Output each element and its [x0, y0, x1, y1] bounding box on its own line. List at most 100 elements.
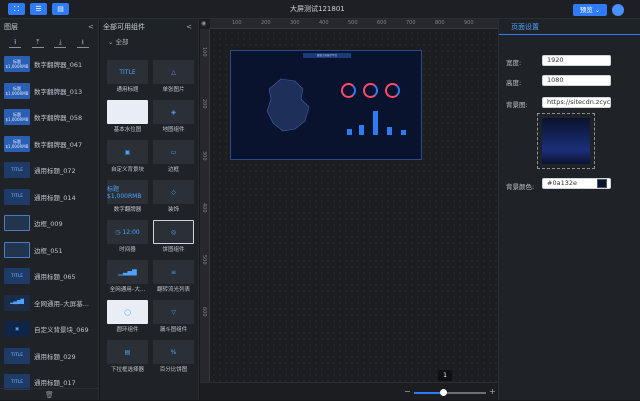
collapse-panel-icon[interactable]: <	[186, 19, 192, 35]
canvas-area: 100 200 300 400 500 600 700 800 900 100 200 300 400…	[200, 19, 498, 382]
ruler-tick: 100	[232, 20, 242, 26]
component-thumbnail: TITLE	[107, 60, 148, 84]
settings-toggle-button[interactable]: ▤	[52, 3, 69, 15]
move-top-icon[interactable]: ⭱	[9, 38, 22, 48]
layer-item[interactable]: 边框_051	[0, 237, 98, 264]
layer-thumbnail	[4, 215, 30, 232]
layer-item[interactable]: ▣ 自定义背景块_069	[0, 316, 98, 343]
component-card[interactable]: 标题 $1,000RMB 数字翻牌器	[107, 180, 148, 216]
layer-thumbnail: TITLE	[4, 162, 30, 179]
layer-item[interactable]: ▂▄▆█ 全网通用–大屏基...	[0, 290, 98, 317]
layer-label: 数字翻牌器_061	[34, 61, 83, 70]
height-input[interactable]: 1080	[542, 75, 611, 86]
bg-image-input[interactable]: https://sitecdn.zcycdn	[542, 97, 611, 108]
eye-icon[interactable]: ◉	[201, 20, 206, 27]
zoom-in-icon[interactable]: +	[489, 387, 496, 396]
component-card[interactable]: ▤ 下拉框选择器	[107, 340, 148, 376]
move-up-icon[interactable]: ⤒	[31, 38, 44, 48]
collapse-icon[interactable]: <	[88, 19, 94, 35]
layer-thumbnail	[4, 241, 30, 258]
component-label: 时间器	[119, 247, 136, 253]
ruler-tick: 400	[319, 20, 329, 26]
component-thumbnail: ◈	[153, 100, 194, 124]
color-swatch[interactable]	[597, 179, 607, 188]
zoom-knob[interactable]	[440, 389, 447, 396]
screen-title: 数据大屏展示平台	[303, 53, 351, 58]
layer-item[interactable]: 标题 $1,000RMB 数字翻牌器_047	[0, 131, 98, 158]
component-card[interactable]: 基本水位图	[107, 100, 148, 136]
component-card[interactable]: ◎ 饼图组件	[153, 220, 194, 256]
layer-label: 通用标题_014	[34, 193, 76, 202]
layer-item[interactable]: 标题 $1,000RMB 数字翻牌器_058	[0, 104, 98, 131]
bg-image-preview[interactable]	[537, 113, 595, 169]
component-card[interactable]: ◈ 地图组件	[153, 100, 194, 136]
layer-thumbnail: TITLE	[4, 347, 30, 364]
component-label: 自定义背景块	[110, 167, 144, 173]
component-label: 漏斗图组件	[159, 327, 188, 333]
layer-item[interactable]: TITLE 通用标题_014	[0, 184, 98, 211]
ruler-tick: 800	[435, 20, 445, 26]
component-thumbnail: ▽	[153, 300, 194, 324]
layers-toggle-button[interactable]: ⛚	[8, 3, 25, 15]
component-card[interactable]: ▽ 漏斗图组件	[153, 300, 194, 336]
layer-item[interactable]: 边框_009	[0, 210, 98, 237]
component-card[interactable]: ≡ 翻转流光列表	[153, 260, 194, 296]
height-label: 高度:	[506, 79, 522, 87]
layer-item[interactable]: TITLE 通用标题_072	[0, 157, 98, 184]
component-card[interactable]: % 百分比饼图	[153, 340, 194, 376]
screen-preview[interactable]: 数据大屏展示平台	[230, 50, 422, 160]
component-card[interactable]: ◯ 圆环组件	[107, 300, 148, 336]
ruler-tick: 500	[201, 255, 207, 265]
zoom-out-icon[interactable]: −	[404, 387, 411, 396]
layer-thumbnail: TITLE	[4, 188, 30, 205]
layer-thumbnail: ▂▄▆█	[4, 294, 30, 311]
layer-thumbnail: 标题 $1,000RMB	[4, 109, 30, 126]
move-down-icon[interactable]: ⤓	[54, 38, 67, 48]
component-card[interactable]: TITLE 通用标题	[107, 60, 148, 96]
ruler-left: 100 200 300 400 500 600	[200, 29, 210, 382]
layer-label: 数字翻牌器_013	[34, 87, 83, 96]
ruler-tick: 100	[201, 47, 207, 57]
page-title: 大屏测试121801	[290, 5, 345, 13]
component-card[interactable]: ▭ 边框	[153, 140, 194, 176]
bar-chart	[339, 107, 419, 135]
width-input[interactable]: 1920	[542, 55, 611, 66]
tab-page-settings[interactable]: 页面设置	[499, 19, 640, 35]
layer-item[interactable]: TITLE 通用标题_029	[0, 343, 98, 370]
delete-icon[interactable]: 🗑	[0, 388, 99, 400]
layer-item[interactable]: TITLE 通用标题_065	[0, 263, 98, 290]
components-toggle-button[interactable]: ☰	[30, 3, 47, 15]
layer-label: 通用标题_065	[34, 273, 76, 282]
preview-button[interactable]: 预览 ⌄	[573, 4, 607, 16]
component-card[interactable]: ◇ 装饰	[153, 180, 194, 216]
component-thumbnail	[107, 100, 148, 124]
move-bottom-icon[interactable]: ⭳	[76, 38, 89, 48]
component-card[interactable]: △ 单张图片	[153, 60, 194, 96]
layer-item[interactable]: 标题 $1,000RMB 数字翻牌器_013	[0, 78, 98, 105]
components-panel: < 全部可用组件 < ⌄ 全部 TITLE 通用标题 △ 单张图片基本水位图 ◈ 地图组件…	[88, 19, 199, 400]
layer-label: 通用标题_017	[34, 379, 76, 388]
component-card[interactable]: ▁▃▅▇ 全网通用–大...	[107, 260, 148, 296]
layers-panel: 图层 ⭱ ⤒ ⤓ ⭳ 标题 $1,000RMB 数字翻牌器_061 标题 $1,000R…	[0, 19, 99, 400]
component-thumbnail: △	[153, 60, 194, 84]
component-label: 百分比饼图	[159, 367, 188, 373]
component-card[interactable]: ▣ 自定义背景块	[107, 140, 148, 176]
component-label: 圆环组件	[116, 327, 139, 333]
component-thumbnail: 标题 $1,000RMB	[107, 180, 148, 204]
ruler-tick: 400	[201, 203, 207, 213]
avatar[interactable]	[612, 4, 624, 16]
layer-tools: ⭱ ⤒ ⤓ ⭳	[0, 35, 98, 51]
category-all[interactable]: ⌄ 全部	[100, 35, 198, 49]
component-card[interactable]: ◷ 12:00 时间器	[107, 220, 148, 256]
layer-label: 数字翻牌器_047	[34, 140, 83, 149]
layer-label: 边框_051	[34, 246, 63, 255]
donut-chart	[385, 83, 400, 98]
components-title: 全部可用组件	[103, 23, 145, 31]
top-toolbar: ⛚ ☰ ▤ 大屏测试121801 预览 ⌄	[0, 0, 640, 19]
bg-color-label: 背景颜色:	[506, 183, 535, 191]
layer-item[interactable]: 标题 $1,000RMB 数字翻牌器_061	[0, 51, 98, 78]
width-label: 宽度:	[506, 59, 522, 67]
component-label: 边框	[167, 167, 179, 173]
component-label: 单张图片	[162, 87, 185, 93]
zoom-slider[interactable]	[414, 392, 486, 394]
